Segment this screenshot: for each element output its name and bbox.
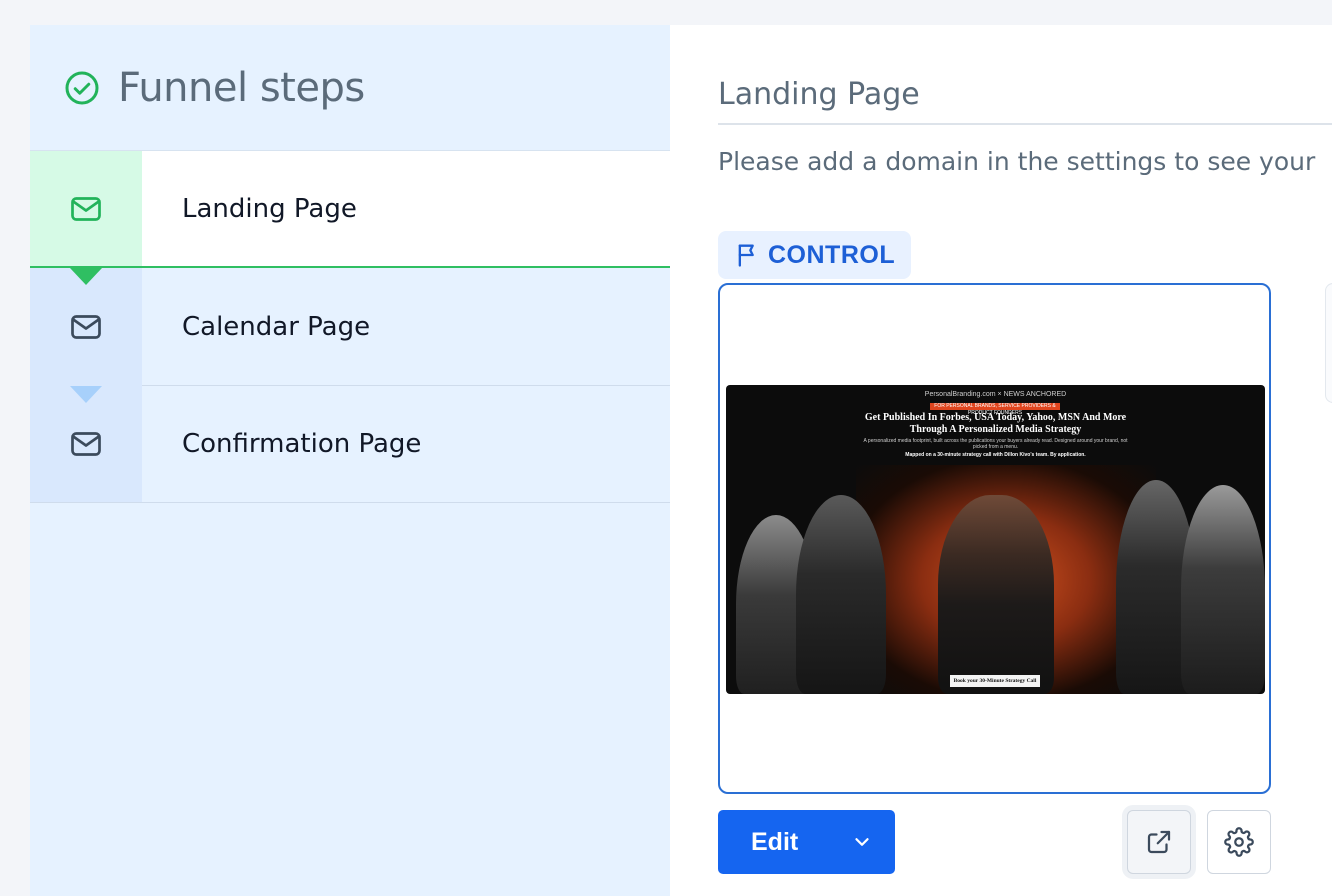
step-label: Calendar Page — [182, 311, 371, 342]
title-divider — [718, 123, 1332, 125]
page-title: Landing Page — [718, 77, 920, 112]
check-circle-icon — [65, 71, 99, 104]
step-landing-page[interactable]: Landing Page — [30, 150, 670, 285]
preview-person — [796, 495, 886, 694]
open-page-button[interactable] — [1127, 810, 1191, 874]
preview-ribbon: FOR PERSONAL BRANDS, SERVICE PROVIDERS &… — [930, 403, 1060, 416]
external-link-icon — [1147, 830, 1171, 854]
funnel-steps-header: Funnel steps — [30, 25, 670, 150]
flag-icon — [738, 244, 754, 267]
page-preview[interactable]: PersonalBranding.com × NEWS ANCHORED FOR… — [718, 283, 1271, 794]
step-label: Landing Page — [182, 193, 357, 224]
preview-person — [1181, 485, 1265, 694]
mail-icon — [71, 431, 101, 456]
preview-cta: Book your 30-Minute Strategy Call — [950, 675, 1040, 687]
mail-icon — [71, 314, 101, 339]
page-settings-button[interactable] — [1207, 810, 1271, 874]
preview-subline-2: Mapped on a 30-minute strategy call with… — [905, 452, 1086, 458]
edit-label: Edit — [751, 827, 799, 856]
step-connector-pointer — [70, 386, 102, 403]
gear-icon — [1224, 827, 1254, 857]
step-detail-panel: Landing Page Please add a domain in the … — [670, 25, 1332, 896]
step-icon-column — [30, 151, 142, 285]
step-confirmation-page[interactable]: Confirmation Page — [30, 385, 670, 503]
mail-icon — [71, 196, 101, 221]
preview-headline: Get Published In Forbes, USA Today, Yaho… — [864, 412, 1127, 435]
step-icon-column — [30, 268, 142, 403]
preview-screenshot: PersonalBranding.com × NEWS ANCHORED FOR… — [726, 385, 1265, 694]
funnel-steps-panel: Funnel steps Landing Page Calendar Page — [30, 25, 670, 896]
active-step-pointer — [70, 268, 102, 285]
chevron-down-icon[interactable] — [851, 831, 873, 853]
preview-brand: PersonalBranding.com × NEWS ANCHORED — [924, 391, 1067, 398]
variant-badge: CONTROL — [718, 231, 912, 279]
variant-label: CONTROL — [768, 240, 896, 269]
panel-title: Funnel steps — [118, 64, 365, 111]
domain-notice: Please add a domain in the settings to s… — [718, 147, 1316, 176]
step-label: Confirmation Page — [182, 428, 422, 459]
next-variant-card — [1325, 283, 1332, 403]
preview-subline: A personalized media footprint, built ac… — [863, 438, 1128, 450]
edit-button[interactable]: Edit — [718, 810, 895, 874]
step-calendar-page[interactable]: Calendar Page — [30, 268, 670, 403]
preview-person-center — [938, 495, 1054, 694]
